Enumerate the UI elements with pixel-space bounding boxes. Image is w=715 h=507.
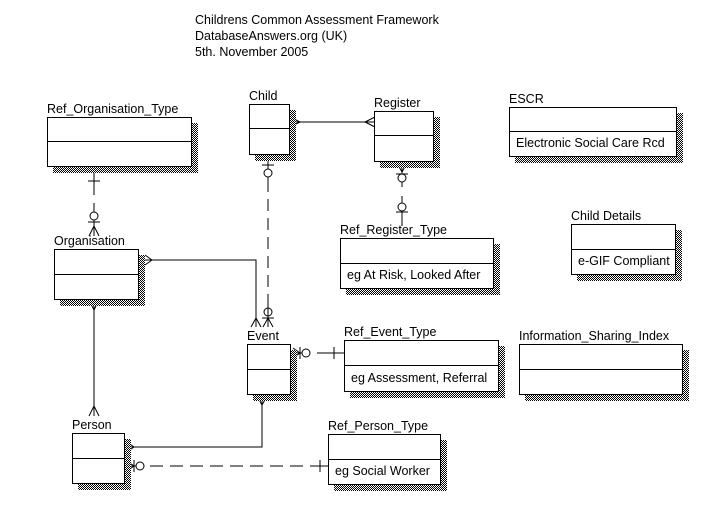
entity-note: eg Assessment, Referral <box>351 370 488 385</box>
entity-note: e-GIF Compliant <box>578 254 670 268</box>
entity-note: eg At Risk, Looked After <box>347 268 481 282</box>
entity-child[interactable]: Child <box>249 89 296 161</box>
rel-child-register <box>289 116 376 128</box>
rel-organisation-person <box>88 299 100 417</box>
entity-escr[interactable]: Electronic Social Care Rcd ESCR <box>509 92 683 163</box>
entity-organisation[interactable]: Organisation <box>54 234 145 306</box>
entity-name: Child Details <box>571 209 642 223</box>
entity-name: Person <box>72 418 112 432</box>
entity-register[interactable]: Register <box>374 96 440 168</box>
entity-name: Ref_Register_Type <box>340 223 448 237</box>
entity-name: Child <box>249 89 278 103</box>
entity-name: Ref_Event_Type <box>344 325 437 339</box>
rel-child-event <box>262 157 274 328</box>
entity-name: Information_Sharing_Index <box>519 329 670 343</box>
rel-event-person <box>126 395 268 453</box>
entity-child-details[interactable]: e-GIF Compliant Child Details <box>571 209 682 281</box>
entity-person[interactable]: Person <box>72 418 131 490</box>
entity-ref-event-type[interactable]: eg Assessment, Referral Ref_Event_Type <box>344 325 505 398</box>
entity-name: Register <box>374 96 421 110</box>
entity-name: Organisation <box>54 234 125 248</box>
entity-ref-organisation-type[interactable]: Ref_Organisation_Type <box>47 102 198 173</box>
entity-name: Event <box>247 329 279 343</box>
rel-event-refeventtype <box>292 347 344 359</box>
entity-information-sharing-index[interactable]: Information_Sharing_Index <box>519 329 689 401</box>
entity-note: Electronic Social Care Rcd <box>516 136 665 150</box>
entity-ref-person-type[interactable]: eg Social Worker Ref_Person_Type <box>328 419 447 491</box>
entity-name: Ref_Person_Type <box>328 419 429 433</box>
rel-reforgtype-organisation <box>88 170 100 237</box>
entity-name: ESCR <box>509 92 544 106</box>
rel-person-refpersontype <box>126 460 329 472</box>
entity-name: Ref_Organisation_Type <box>47 102 179 116</box>
rel-organisation-event <box>144 254 262 328</box>
rel-register-refregistertype <box>396 162 408 226</box>
entity-note: eg Social Worker <box>335 464 430 478</box>
entity-event[interactable]: Event <box>247 329 297 401</box>
entity-ref-register-type[interactable]: eg At Risk, Looked After Ref_Register_Ty… <box>340 223 500 295</box>
